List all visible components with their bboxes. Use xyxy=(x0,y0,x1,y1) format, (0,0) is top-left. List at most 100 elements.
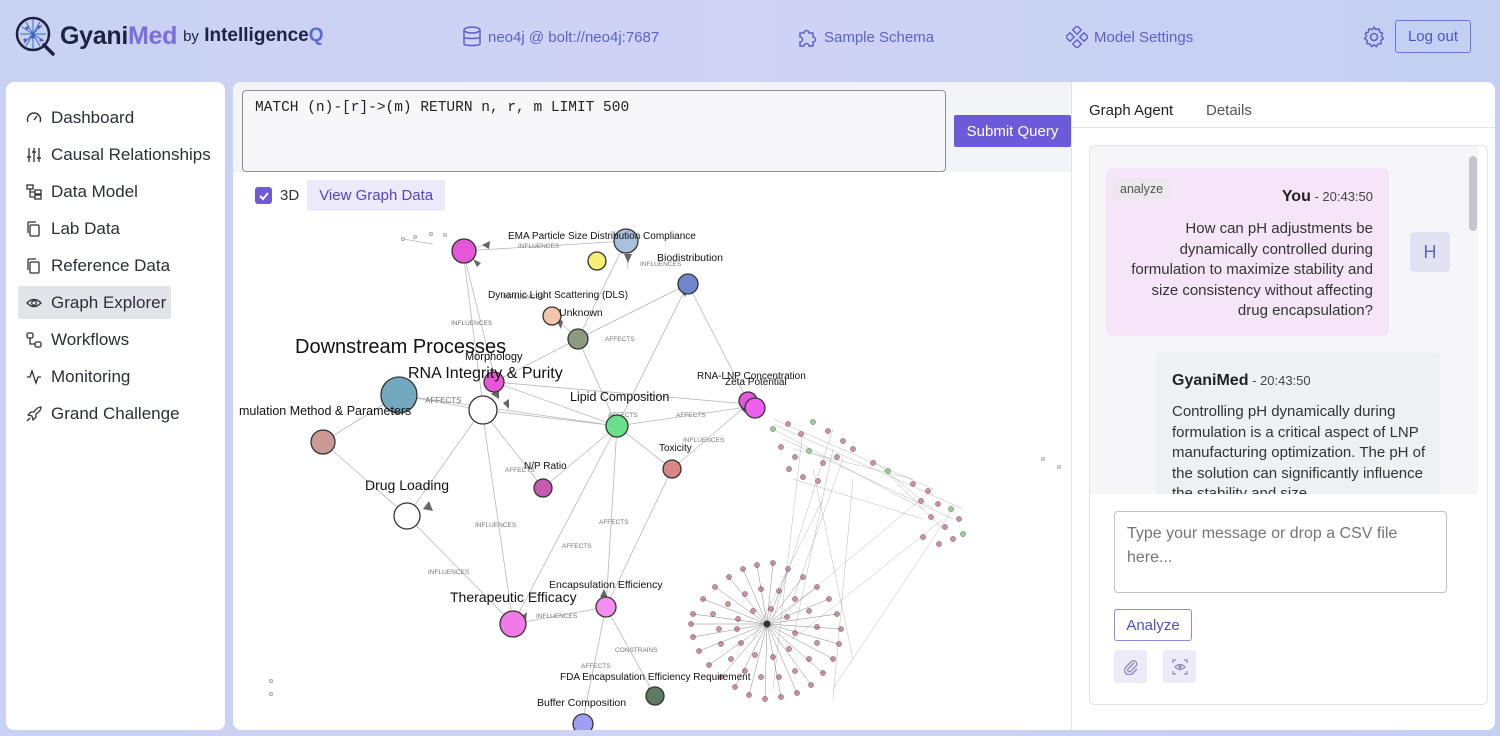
graph-node[interactable] xyxy=(744,397,766,419)
graph-node[interactable] xyxy=(662,459,682,479)
graph-node[interactable] xyxy=(605,414,629,438)
query-area: MATCH (n)-[r]->(m) RETURN n, r, m LIMIT … xyxy=(233,82,1072,172)
edge-label: AFFECTS xyxy=(599,519,629,526)
edge-label: INFLUENCES xyxy=(475,522,517,529)
graph-node[interactable] xyxy=(310,429,336,455)
rocket-icon xyxy=(26,405,42,421)
graph-cluster-mesh xyxy=(752,418,964,700)
gauge-icon xyxy=(26,111,42,122)
sidebar-item-lab-data[interactable]: Lab Data xyxy=(18,212,171,245)
logout-button[interactable]: Log out xyxy=(1395,20,1471,53)
graph-options: 3D View Graph Data xyxy=(255,180,446,211)
user-message-text: How can pH adjustments be dynamically co… xyxy=(1131,220,1373,319)
app-header: GyaniMed by IntelligenceQ neo4j @ bolt:/… xyxy=(0,0,1500,74)
node-label-ema: EMA Particle Size Distribution Complianc… xyxy=(508,231,696,242)
sidebar-item-dashboard[interactable]: Dashboard xyxy=(18,101,171,134)
node-label-zeta: Zeta Potential xyxy=(725,377,787,388)
cypher-query-input[interactable]: MATCH (n)-[r]->(m) RETURN n, r, m LIMIT … xyxy=(242,90,946,172)
logo-by: by xyxy=(183,27,199,45)
graph-node[interactable] xyxy=(567,328,589,350)
model-settings-link[interactable]: Model Settings xyxy=(1066,26,1193,48)
node-label-np-ratio: N/P Ratio xyxy=(524,461,567,472)
chat-messages[interactable]: analyze You - 20:43:50 How can pH adjust… xyxy=(1090,146,1478,494)
edge-label: AFFECTS xyxy=(581,663,611,670)
node-label-dls: Dynamic Light Scattering (DLS) xyxy=(488,290,628,301)
bot-message: GyaniMed - 20:43:50 Controlling pH dynam… xyxy=(1156,352,1440,494)
graph-canvas[interactable]: INFLUENCES INFLUENCES INFLUENCES AFFECTS… xyxy=(233,219,1072,730)
node-label-fda: FDA Encapsulation Efficiency Requirement xyxy=(560,672,751,683)
network-icon xyxy=(1066,26,1088,48)
sidebar-item-monitoring[interactable]: Monitoring xyxy=(18,360,171,393)
tab-graph-agent[interactable]: Graph Agent xyxy=(1089,102,1173,119)
sidebar-item-grand-challenge[interactable]: Grand Challenge xyxy=(18,397,180,430)
graph-node[interactable] xyxy=(499,610,527,638)
activity-icon xyxy=(27,368,41,385)
gear-icon[interactable] xyxy=(1362,25,1386,49)
node-label-toxicity: Toxicity xyxy=(659,443,692,454)
sidebar-item-workflows[interactable]: Workflows xyxy=(18,323,171,356)
bot-message-text: Controlling pH dynamically during formul… xyxy=(1172,403,1426,494)
agent-tabs: Graph Agent Details xyxy=(1072,82,1495,128)
sidebar-item-reference-data[interactable]: Reference Data xyxy=(18,249,171,282)
graph-node[interactable] xyxy=(393,502,421,530)
workflow-icon xyxy=(26,331,42,348)
edge-label: INFLUENCES xyxy=(428,569,470,576)
graph-node[interactable] xyxy=(533,478,553,498)
tab-details[interactable]: Details xyxy=(1206,102,1252,119)
view-graph-data-button[interactable]: View Graph Data xyxy=(307,180,446,211)
graph-node[interactable] xyxy=(468,395,498,425)
avatar: H xyxy=(1410,232,1450,272)
logo-globe-icon xyxy=(15,16,55,56)
edge-label: AFFECTS xyxy=(676,412,706,419)
paperclip-icon xyxy=(1123,659,1137,675)
hierarchy-icon xyxy=(26,183,42,200)
submit-query-button[interactable]: Submit Query xyxy=(954,115,1071,147)
3d-label: 3D xyxy=(280,187,300,204)
edge-label: AFFECTS xyxy=(605,336,635,343)
chat-input[interactable] xyxy=(1114,511,1447,593)
node-label-rna-integrity: RNA Integrity & Purity xyxy=(408,365,563,382)
graph-node[interactable] xyxy=(587,251,607,271)
node-label-lipid: Lipid Composition xyxy=(570,390,669,404)
graph-node[interactable] xyxy=(677,273,699,295)
sample-schema-link[interactable]: Sample Schema xyxy=(796,26,934,48)
graph-node[interactable] xyxy=(572,713,594,730)
logo-text: GyaniMed xyxy=(60,21,178,50)
bot-message-header: GyaniMed - 20:43:50 xyxy=(1172,372,1311,389)
scan-button[interactable] xyxy=(1163,650,1196,683)
graph-node[interactable] xyxy=(451,238,477,264)
node-label-unknown: Unknown xyxy=(559,307,603,319)
3d-checkbox[interactable] xyxy=(255,187,272,204)
sidebar-item-causal-relationships[interactable]: Causal Relationships xyxy=(18,138,211,171)
node-label-morphology: Morphology xyxy=(465,351,523,363)
node-label-buffer: Buffer Composition xyxy=(537,697,626,709)
sliders-icon xyxy=(27,147,41,162)
graph-cluster-nodes xyxy=(688,419,966,702)
graph-node[interactable] xyxy=(645,686,665,706)
attach-button[interactable] xyxy=(1114,650,1147,683)
scan-eye-icon xyxy=(1171,658,1188,675)
user-message-header: You - 20:43:50 xyxy=(1281,188,1373,205)
copy-icon xyxy=(27,220,40,237)
user-message: analyze You - 20:43:50 How can pH adjust… xyxy=(1106,168,1389,336)
database-icon xyxy=(463,26,481,47)
node-label-encapsulation: Encapsulation Efficiency xyxy=(549,579,663,591)
puzzle-icon xyxy=(799,29,817,47)
sidebar-item-graph-explorer[interactable]: Graph Explorer xyxy=(18,286,171,319)
message-tag: analyze xyxy=(1114,179,1170,199)
edge-label: INFLUENCES xyxy=(451,320,493,327)
chat-card: analyze You - 20:43:50 How can pH adjust… xyxy=(1089,145,1488,705)
edge-label: CONSTRAINS xyxy=(615,647,658,654)
analyze-button[interactable]: Analyze xyxy=(1114,609,1192,641)
graph-node[interactable] xyxy=(595,596,617,618)
edge-label: INFLUENCES xyxy=(536,613,578,620)
chat-scrollbar[interactable] xyxy=(1469,156,1477,231)
cluster-hub-node[interactable] xyxy=(763,620,771,628)
main-panel: MATCH (n)-[r]->(m) RETURN n, r, m LIMIT … xyxy=(233,82,1495,730)
db-connection[interactable]: neo4j @ bolt://neo4j:7687 xyxy=(462,26,659,48)
node-label-drug-loading: Drug Loading xyxy=(365,477,449,493)
app-logo[interactable]: GyaniMed by IntelligenceQ xyxy=(14,15,324,57)
copy-icon xyxy=(27,257,40,274)
edge-label: AFFECTS xyxy=(425,396,461,405)
sidebar-item-data-model[interactable]: Data Model xyxy=(18,175,171,208)
